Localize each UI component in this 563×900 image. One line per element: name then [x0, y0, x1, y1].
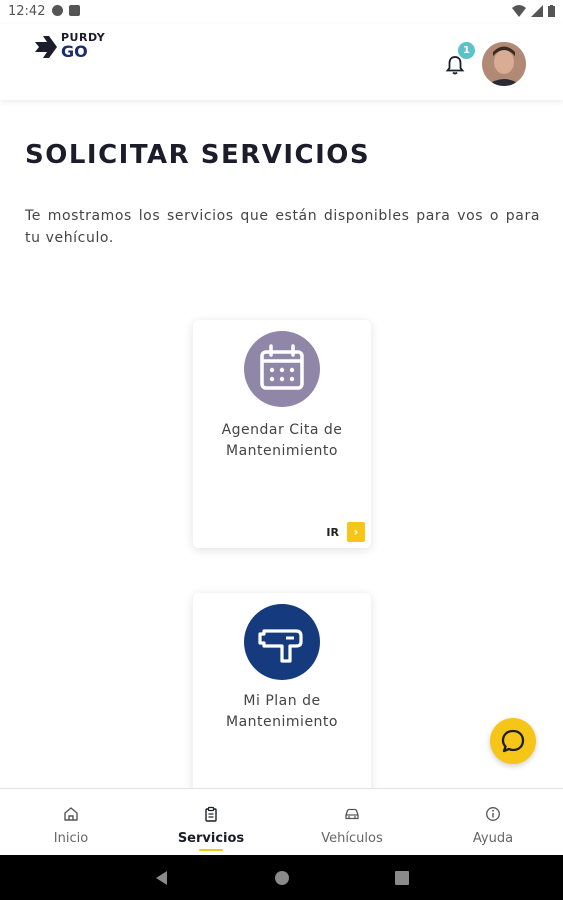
bottom-navigation: Inicio Servicios Vehículos Ayuda — [0, 788, 563, 856]
service-card-schedule-appointment[interactable]: Agendar Cita de Mantenimiento IR › — [193, 320, 371, 548]
avatar[interactable] — [482, 42, 526, 86]
go-button[interactable]: IR › — [326, 522, 365, 542]
system-navigation-bar — [0, 855, 563, 900]
sd-card-icon — [69, 5, 80, 16]
service-card-title: Mi Plan de Mantenimiento — [226, 693, 338, 730]
chat-button[interactable] — [490, 718, 536, 764]
battery-icon — [548, 5, 555, 17]
clipboard-icon — [205, 806, 217, 822]
nav-label: Servicios — [177, 831, 245, 846]
notification-status-icon — [52, 5, 63, 16]
nav-item-inicio[interactable]: Inicio — [1, 789, 141, 856]
spray-gun-icon — [244, 604, 320, 680]
service-card-maintenance-plan[interactable]: Mi Plan de Mantenimiento — [193, 593, 371, 793]
nav-item-ayuda[interactable]: Ayuda — [423, 789, 563, 856]
status-time: 12:42 — [8, 4, 46, 19]
nav-label: Ayuda — [472, 831, 514, 846]
wifi-icon — [512, 5, 526, 17]
nav-label: Vehículos — [321, 831, 383, 846]
chevron-right-icon: › — [347, 522, 365, 542]
page-title: SOLICITAR SERVICIOS — [25, 140, 371, 170]
notification-badge: 1 — [458, 42, 475, 59]
nav-item-servicios[interactable]: Servicios — [141, 789, 281, 856]
signal-icon — [531, 5, 543, 17]
go-label: IR — [326, 525, 339, 539]
calendar-icon — [244, 331, 320, 407]
home-circle-icon[interactable] — [274, 870, 290, 886]
logo-text-bottom: GO — [61, 42, 88, 61]
purdy-go-logo[interactable]: PURDY GO — [33, 31, 113, 62]
nav-label: Inicio — [53, 831, 89, 846]
recents-icon[interactable] — [395, 871, 409, 885]
logo-arrow-icon — [35, 36, 57, 58]
avatar-photo — [482, 42, 526, 86]
page-description: Te mostramos los servicios que están dis… — [25, 208, 540, 246]
back-icon[interactable] — [155, 870, 169, 886]
car-icon — [345, 808, 359, 820]
chat-bubble-icon — [501, 729, 525, 753]
active-tab-indicator — [199, 849, 223, 851]
status-bar: 12:42 — [0, 0, 563, 24]
home-icon — [64, 807, 78, 821]
nav-item-vehiculos[interactable]: Vehículos — [282, 789, 422, 856]
service-card-title: Agendar Cita de Mantenimiento — [221, 422, 343, 459]
info-icon — [486, 807, 500, 821]
